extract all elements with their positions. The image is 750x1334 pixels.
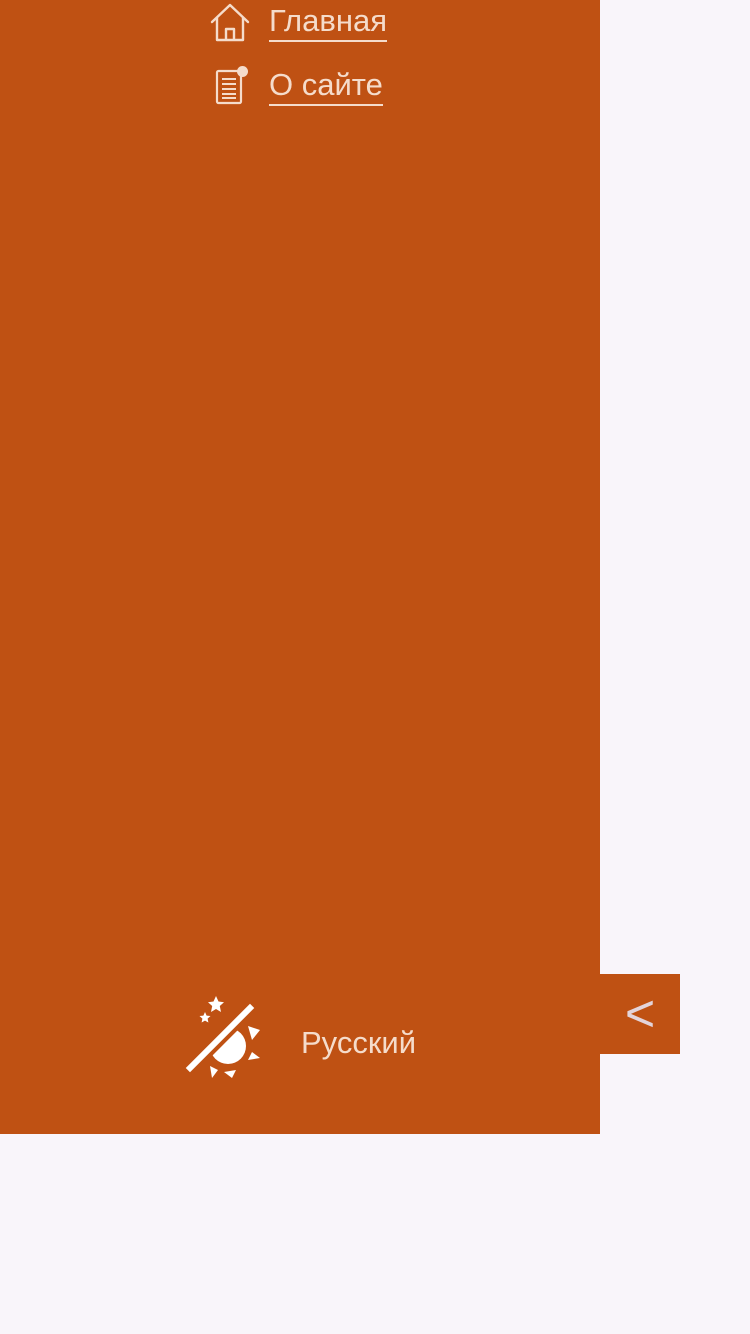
theme-toggle-button[interactable]: [176, 994, 264, 1082]
home-icon: [208, 0, 252, 44]
nav-item-home[interactable]: Главная: [208, 0, 387, 44]
nav-item-about[interactable]: О сайте: [208, 64, 383, 108]
theme-auto-icon: [180, 996, 260, 1078]
sidebar: Главная О сайте Русский: [0, 0, 600, 1134]
document-icon: [208, 64, 252, 108]
collapse-sidebar-button[interactable]: <: [600, 974, 680, 1054]
nav-item-label: Главная: [269, 3, 387, 42]
nav-item-label: О сайте: [269, 67, 383, 106]
language-selector[interactable]: Русский: [301, 1024, 416, 1062]
chevron-left-icon: <: [624, 985, 656, 1043]
